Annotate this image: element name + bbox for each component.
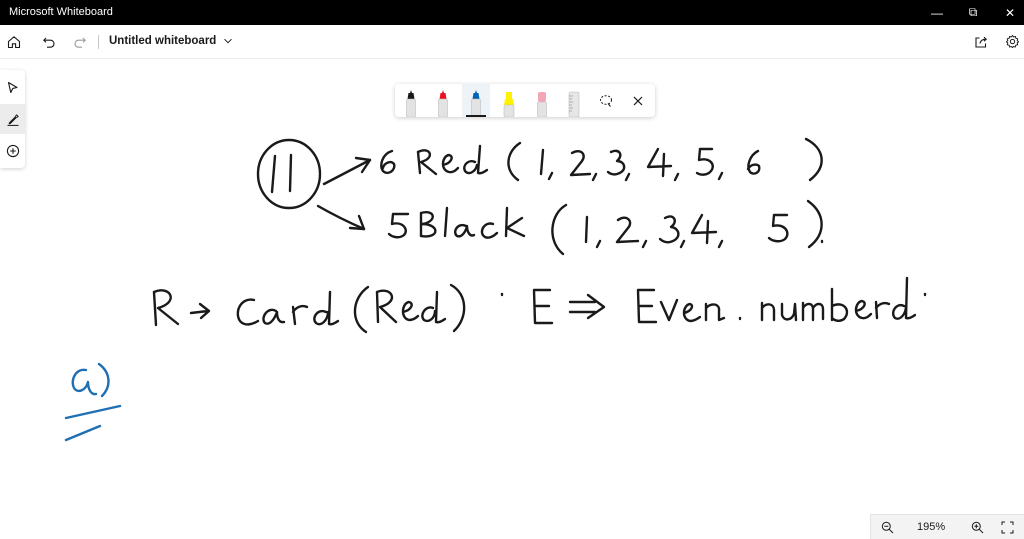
maximize-button[interactable]: ⧉ xyxy=(957,0,989,25)
fit-to-screen-button[interactable] xyxy=(993,515,1021,539)
zoom-level[interactable]: 195% xyxy=(917,521,945,533)
ink-five-black-line xyxy=(387,199,824,256)
ink-definitions-line xyxy=(152,276,927,334)
share-button[interactable] xyxy=(967,25,995,58)
ink-arrow-lower xyxy=(316,204,366,231)
zoom-in-icon xyxy=(971,521,983,533)
zoom-out-button[interactable] xyxy=(873,515,901,539)
ink-arrow-upper xyxy=(322,156,372,186)
zoom-bar: 195% xyxy=(870,514,1024,539)
fit-to-screen-icon xyxy=(1001,521,1013,533)
board-title-dropdown[interactable] xyxy=(221,33,235,49)
ink-six-red-line xyxy=(380,137,823,182)
undo-icon xyxy=(43,37,55,48)
window-title: Microsoft Whiteboard xyxy=(9,6,113,18)
ink-part-a-label xyxy=(64,362,122,442)
home-icon xyxy=(7,35,21,48)
ink-circled-eleven xyxy=(256,138,322,210)
title-bar: Microsoft Whiteboard — ⧉ ✕ xyxy=(0,0,1024,25)
app-bar: Untitled whiteboard xyxy=(0,25,1024,59)
close-window-button[interactable]: ✕ xyxy=(994,0,1024,25)
chevron-down-icon xyxy=(224,38,232,44)
toolbar-divider xyxy=(98,35,99,49)
zoom-out-icon xyxy=(881,521,893,533)
home-button[interactable] xyxy=(0,25,28,58)
board-title[interactable]: Untitled whiteboard xyxy=(109,35,216,47)
settings-button[interactable] xyxy=(998,25,1024,58)
redo-button[interactable] xyxy=(66,25,94,58)
whiteboard-canvas[interactable] xyxy=(0,58,1024,538)
settings-icon xyxy=(1005,34,1019,49)
minimize-button[interactable]: — xyxy=(921,0,953,25)
redo-icon xyxy=(74,37,86,48)
zoom-in-button[interactable] xyxy=(963,515,991,539)
share-icon xyxy=(975,36,988,48)
undo-button[interactable] xyxy=(35,25,63,58)
